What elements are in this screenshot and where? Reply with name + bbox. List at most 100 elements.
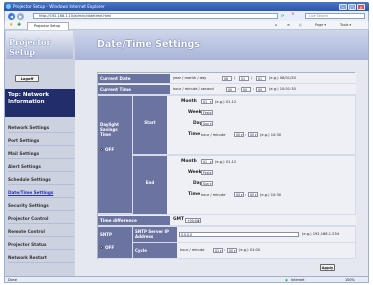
internet-zone-icon: ◉: [285, 278, 288, 282]
dst-radio[interactable]: [100, 147, 104, 151]
sidebar-item-datetime-settings[interactable]: Date/Time Settings: [8, 187, 74, 198]
print-icon[interactable]: ⎙: [299, 23, 302, 27]
sntp-label-cell: SNTP OFF: [98, 227, 132, 258]
dst-label-cell: Daylight Savings Time OFF: [98, 96, 132, 213]
sidebar-item-projector-status[interactable]: Projector Status: [8, 239, 74, 250]
window-title: Projector Setup - Windows Internet Explo…: [13, 4, 105, 9]
zoom-level[interactable]: 100%: [345, 277, 355, 283]
end-hour-select[interactable]: 00: [234, 192, 244, 197]
time-difference-select[interactable]: +00:00: [185, 218, 201, 223]
home-icon[interactable]: ⌂: [275, 23, 277, 27]
main-content: Date/Time Settings Current Date year / m…: [75, 30, 368, 276]
sntp-toggle[interactable]: OFF: [100, 245, 130, 251]
page-viewport: Projector Setup Logoff Top: Network Info…: [4, 30, 369, 276]
start-time-format: hour / minute: [201, 133, 226, 137]
dst-label: Daylight Savings Time: [100, 122, 119, 137]
sidebar-item-projector-control[interactable]: Projector Control: [8, 213, 74, 224]
sntp-label: SNTP: [100, 232, 112, 237]
feeds-icon[interactable]: ≋: [287, 23, 290, 27]
month-input[interactable]: 01: [239, 76, 249, 81]
current-date-row: Current Date year / month / day 08 / 01 …: [98, 73, 356, 84]
end-month-select[interactable]: 01: [201, 159, 213, 164]
dst-toggle-label: OFF: [105, 147, 115, 152]
settings-panel: Current Date year / month / day 08 / 01 …: [97, 72, 356, 259]
cycle-minute-select[interactable]: 00: [227, 248, 237, 253]
sntp-toggle-label: OFF: [105, 245, 115, 250]
sntp-server-input[interactable]: 0.0.0.0: [179, 232, 299, 237]
start-week-select[interactable]: First: [201, 110, 213, 115]
minimize-button[interactable]: –: [339, 3, 347, 10]
search-input[interactable]: Live Search: [305, 13, 365, 19]
address-toolbar: ◀ ▶ http://192.168.1.10/admin/datetime.h…: [4, 11, 369, 21]
sidebar-item-security-settings[interactable]: Security Settings: [8, 200, 74, 211]
page-menu[interactable]: Page ▾: [315, 23, 326, 27]
sidebar-item-remote-control[interactable]: Remote Control: [8, 226, 74, 237]
sntp-radio[interactable]: [100, 245, 104, 249]
nav-section-header[interactable]: Top: Network Information: [5, 89, 75, 117]
end-time-label: Time: [188, 192, 201, 197]
minute-input[interactable]: 00: [241, 87, 251, 92]
time-format-label: hour / minute / second: [173, 87, 214, 91]
status-text: Done: [8, 278, 17, 282]
status-bar: Done ◉ Internet 100%: [4, 276, 369, 283]
zone-text: Internet: [291, 278, 305, 282]
time-difference-row: Time difference GMT +00:00: [98, 215, 356, 226]
second-input[interactable]: 00: [256, 87, 266, 92]
favorites-star-icon[interactable]: ★: [9, 22, 13, 28]
date-example: (e.g.) 08/01/30: [269, 76, 296, 80]
year-input[interactable]: 08: [222, 76, 232, 81]
sntp-row: SNTP OFF SNTP Server IP Address 0.0.0.0 …: [98, 226, 356, 259]
browser-title-bar: Projector Setup - Windows Internet Explo…: [4, 2, 369, 11]
time-separator: :: [253, 87, 255, 91]
maximize-button[interactable]: □: [348, 3, 356, 10]
hour-input[interactable]: 00: [226, 87, 236, 92]
logoff-button[interactable]: Logoff: [15, 75, 39, 82]
refresh-icon[interactable]: ⟳: [281, 13, 284, 18]
sidebar-item-schedule-settings[interactable]: Schedule Settings: [8, 174, 74, 185]
tools-menu-label: Tools: [340, 22, 349, 27]
start-month-label: Month: [181, 99, 197, 104]
add-favorite-icon[interactable]: ✚: [17, 22, 21, 28]
start-month-hint: (e.g.) 01-12: [215, 100, 237, 104]
stop-icon[interactable]: ×: [291, 12, 295, 17]
end-minute-select[interactable]: 00: [248, 192, 258, 197]
dst-end-label: End: [133, 156, 167, 214]
address-input[interactable]: http://192.168.1.10/admin/datetime.html: [33, 13, 278, 19]
start-time-label: Time: [188, 132, 201, 137]
sidebar-item-mail-settings[interactable]: Mail Settings: [8, 148, 74, 159]
cycle-format-label: hour / minute: [180, 248, 205, 252]
dst-toggle[interactable]: OFF: [100, 147, 130, 153]
time-difference-label: Time difference: [98, 216, 170, 225]
date-format-label: year / month / day: [173, 76, 207, 80]
page-menu-label: Page: [315, 22, 324, 27]
time-separator: :: [224, 248, 226, 252]
start-hour-select[interactable]: 00: [234, 132, 244, 137]
tools-menu[interactable]: Tools ▾: [340, 23, 351, 27]
day-input[interactable]: 01: [256, 76, 266, 81]
start-month-select[interactable]: 01: [201, 99, 213, 104]
start-minute-select[interactable]: 00: [248, 132, 258, 137]
sntp-server-hint: (e.g.) 192.168.1.254: [302, 232, 340, 236]
dst-start-block: Start Month 01 (e.g.) 01-12 Week First D…: [133, 96, 355, 154]
back-button[interactable]: ◀: [8, 12, 15, 20]
sidebar-item-network-settings[interactable]: Network Settings: [8, 122, 74, 133]
close-button[interactable]: ×: [357, 3, 365, 10]
cycle-hour-select[interactable]: 01: [213, 248, 223, 253]
forward-button[interactable]: ▶: [17, 12, 24, 20]
start-day-select[interactable]: Sun: [201, 121, 213, 126]
sidebar-item-alert-settings[interactable]: Alert Settings: [8, 161, 74, 172]
gmt-label: GMT: [173, 217, 184, 222]
sidebar: Projector Setup Logoff Top: Network Info…: [5, 30, 75, 276]
dst-start-label: Start: [133, 96, 167, 154]
date-separator: /: [251, 76, 253, 80]
projector-setup-logo: Projector Setup: [6, 31, 73, 59]
sidebar-item-network-restart[interactable]: Network Restart: [8, 252, 74, 263]
apply-button[interactable]: Apply: [320, 264, 335, 271]
sntp-cycle-block: Cycle hour / minute 01 : 00 (e.g.) 01:00: [133, 243, 355, 258]
end-week-select[interactable]: First: [201, 170, 213, 175]
start-time-hint: (e.g.) 10:30: [260, 133, 282, 137]
sidebar-item-port-settings[interactable]: Port Settings: [8, 135, 74, 146]
current-time-row: Current Time hour / minute / second 00 :…: [98, 84, 356, 95]
tab-projector-setup[interactable]: Projector Setup: [27, 22, 69, 30]
end-day-select[interactable]: Sun: [201, 181, 213, 186]
